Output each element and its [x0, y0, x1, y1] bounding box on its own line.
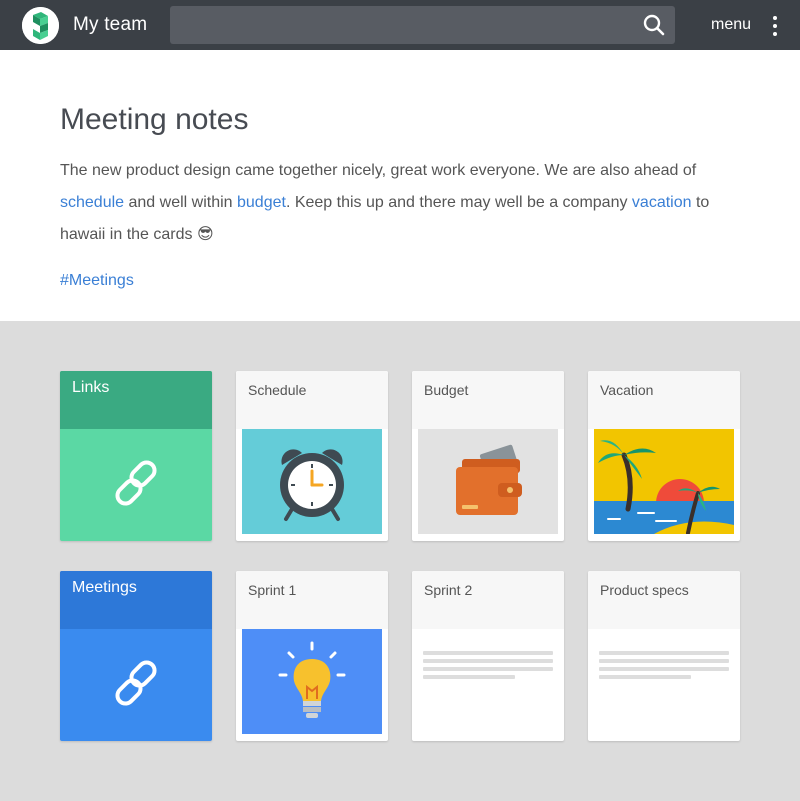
- vacation-card[interactable]: Vacation: [588, 371, 740, 541]
- card-title: Links: [72, 379, 110, 396]
- vacation-link[interactable]: vacation: [632, 194, 692, 211]
- sunglasses-emoji-icon: 😎: [196, 226, 214, 243]
- sprint-1-card[interactable]: Sprint 1: [236, 571, 388, 741]
- top-bar: My team menu: [0, 0, 800, 50]
- card-title: Budget: [424, 382, 469, 398]
- document-lines-icon: [423, 651, 553, 683]
- note-text: The new product design came together nic…: [60, 162, 697, 179]
- note-section: Meeting notes The new product design cam…: [0, 50, 800, 321]
- more-vertical-icon[interactable]: [768, 14, 782, 38]
- card-title: Meetings: [72, 579, 137, 596]
- sprint-2-card[interactable]: Sprint 2: [412, 571, 564, 741]
- card-header: [236, 371, 388, 429]
- note-text: and well within: [124, 194, 237, 211]
- meetings-tag[interactable]: #Meetings: [60, 272, 134, 290]
- card-header: [588, 571, 740, 629]
- note-body: The new product design came together nic…: [60, 155, 740, 251]
- link-icon: [110, 657, 162, 714]
- meetings-card[interactable]: Meetings: [60, 571, 212, 741]
- palm-beach-icon: [594, 429, 734, 534]
- note-text: . Keep this up and there may well be a c…: [285, 194, 632, 211]
- wallet-icon: [418, 429, 558, 534]
- menu-button[interactable]: menu: [711, 16, 751, 34]
- document-lines-icon: [599, 651, 729, 683]
- card-header: [588, 371, 740, 429]
- card-title: Schedule: [248, 382, 307, 398]
- alarm-clock-icon: [242, 429, 382, 534]
- budget-link[interactable]: budget: [237, 194, 286, 211]
- lightbulb-icon: [242, 629, 382, 734]
- app-title: My team: [73, 14, 148, 35]
- search-icon[interactable]: [643, 14, 665, 36]
- schedule-card[interactable]: Schedule: [236, 371, 388, 541]
- card-title: Sprint 2: [424, 582, 473, 598]
- search-bar: [170, 6, 675, 44]
- card-title: Sprint 1: [248, 582, 297, 598]
- search-input[interactable]: [170, 6, 630, 44]
- app-logo-icon[interactable]: [22, 7, 59, 44]
- product-specs-card[interactable]: Product specs: [588, 571, 740, 741]
- card-header: [412, 571, 564, 629]
- card-header: [236, 571, 388, 629]
- card-title: Product specs: [600, 582, 689, 598]
- page-title: Meeting notes: [60, 103, 249, 136]
- card-title: Vacation: [600, 382, 654, 398]
- budget-card[interactable]: Budget: [412, 371, 564, 541]
- links-card[interactable]: Links: [60, 371, 212, 541]
- card-header: [412, 371, 564, 429]
- schedule-link[interactable]: schedule: [60, 194, 124, 211]
- link-icon: [110, 457, 162, 514]
